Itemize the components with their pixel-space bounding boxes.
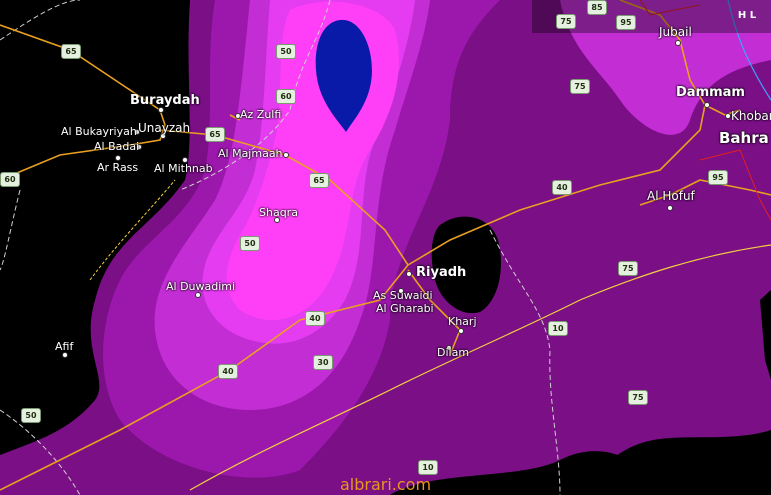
route-shield: 60 — [276, 89, 296, 104]
precipitation-layer — [0, 0, 771, 495]
city-label: Shaqra — [259, 206, 298, 219]
route-shield: 65 — [61, 44, 81, 59]
route-shield: 75 — [628, 390, 648, 405]
city-label: Al Bukayriyah — [61, 125, 137, 138]
city-label: Al Badai — [94, 140, 140, 153]
layers-icon[interactable]: H L — [734, 5, 760, 27]
route-shield: 75 — [556, 14, 576, 29]
city-label: Az Zulfi — [240, 108, 282, 121]
route-shield: 95 — [708, 170, 728, 185]
route-shield: 50 — [21, 408, 41, 423]
city-label: Jubail — [659, 25, 692, 39]
weather-map[interactable]: H L 65 50 60 65 65 60 50 40 40 30 50 10 … — [0, 0, 771, 495]
route-shield: 40 — [552, 180, 572, 195]
city-label: As Suwaidi — [373, 289, 433, 302]
city-label: Al Majmaah — [218, 147, 283, 160]
city-marker — [704, 102, 710, 108]
city-marker — [406, 271, 412, 277]
route-shield: 50 — [276, 44, 296, 59]
route-shield: 85 — [587, 0, 607, 15]
route-shield: 95 — [616, 15, 636, 30]
city-label: Al Duwadimi — [166, 280, 236, 293]
city-marker — [667, 205, 673, 211]
city-label: Riyadh — [416, 265, 467, 280]
watermark: albrari.com — [339, 475, 432, 494]
route-shield: 75 — [618, 261, 638, 276]
city-label: Kharj — [448, 315, 477, 328]
route-shield: 75 — [570, 79, 590, 94]
city-label: Al Mithnab — [154, 162, 213, 175]
route-shield: 40 — [218, 364, 238, 379]
route-shield: 40 — [305, 311, 325, 326]
route-shield: 65 — [205, 127, 225, 142]
city-marker — [675, 40, 681, 46]
city-label: Unayzah — [138, 121, 191, 135]
city-label: Dilam — [437, 346, 470, 359]
city-label: Buraydah — [130, 93, 200, 108]
city-label: Bahra — [719, 129, 769, 147]
route-shield: 60 — [0, 172, 20, 187]
city-label: Afif — [55, 340, 74, 353]
route-shield: 65 — [309, 173, 329, 188]
route-shield: 50 — [240, 236, 260, 251]
city-label: Dammam — [676, 85, 745, 100]
city-label: Khobar — [731, 109, 771, 123]
city-marker — [458, 328, 464, 334]
route-shield: 30 — [313, 355, 333, 370]
route-shield: 10 — [418, 460, 438, 475]
city-label: Al Hofuf — [647, 189, 695, 203]
city-label: Ar Rass — [97, 161, 139, 174]
route-shield: 10 — [548, 321, 568, 336]
city-label: Al Gharabi — [376, 302, 434, 315]
city-marker — [283, 152, 289, 158]
